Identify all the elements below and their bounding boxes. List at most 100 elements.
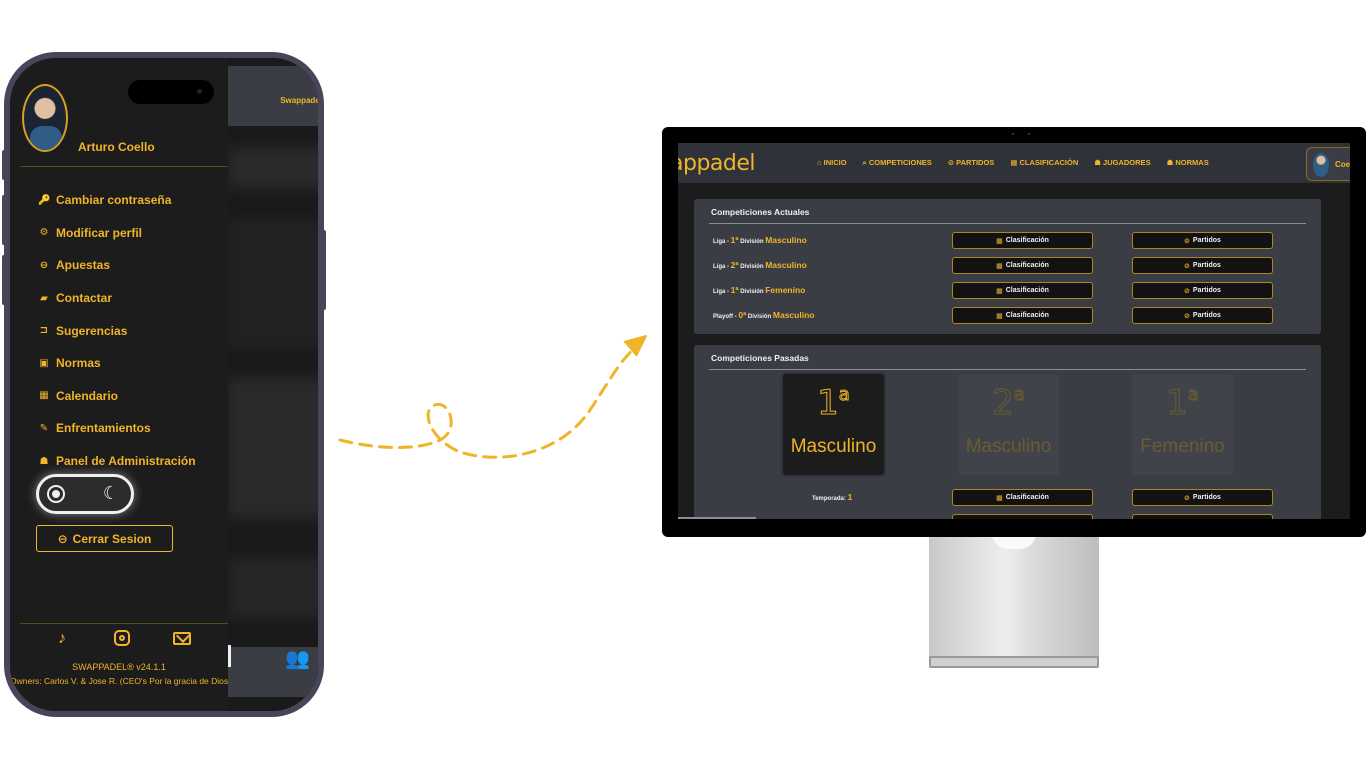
user-name-short: Coel — [1335, 160, 1350, 169]
divider — [709, 223, 1306, 224]
menu-item-calendar[interactable]: ▦ Calendario — [38, 380, 196, 413]
divider — [20, 623, 228, 624]
menu-item-admin-panel[interactable]: ☗ Panel de Administración — [38, 445, 196, 478]
suggestion-icon: ⊐ — [39, 325, 49, 337]
nav-clasificacion[interactable]: ▦ CLASIFICACIÓN — [1010, 158, 1078, 168]
nav-competiciones[interactable]: ⌕ COMPETICIONES — [863, 158, 932, 168]
avatar[interactable] — [22, 84, 68, 152]
division-number: 2a — [992, 383, 1026, 423]
theme-toggle[interactable]: ☾ — [36, 474, 134, 514]
season-row — [694, 514, 1321, 519]
competition-row: Liga - 1ª División Femenino ▦ Clasificaci… — [694, 282, 1321, 300]
background-logo: Swappadel — [280, 96, 318, 105]
table-icon: ▦ — [996, 312, 1003, 320]
classification-button[interactable]: ▦ Clasificación — [952, 307, 1093, 324]
table-icon: ▦ — [996, 287, 1003, 295]
blurred-content — [228, 148, 318, 188]
nav-jugadores[interactable]: ☗ JUGADORES — [1094, 158, 1150, 168]
monitor-camera — [1028, 133, 1030, 135]
background-app: Swappadel 👥 — [228, 58, 318, 711]
phone-frame: Swappadel 👥 Arturo Coello 🔑 Cambiar contr… — [4, 52, 324, 717]
menu-item-contact[interactable]: ▰ Contactar — [38, 282, 196, 315]
background-header: Swappadel — [228, 66, 318, 126]
table-icon: ▦ — [996, 494, 1003, 502]
blurred-content — [228, 378, 318, 518]
matches-button[interactable]: ⊘ Partidos — [1132, 282, 1273, 299]
logout-button[interactable]: ⊖ Cerrar Sesion — [36, 525, 173, 552]
past-competition-card[interactable]: 1a Femenino — [1132, 374, 1233, 475]
ball-icon: ⊘ — [1184, 494, 1190, 502]
horizontal-scrollbar[interactable] — [678, 517, 756, 519]
ball-icon: ⊘ — [1184, 237, 1190, 245]
menu-item-rules[interactable]: ▣ Normas — [38, 347, 196, 380]
top-navbar: appadel ⌂ INICIO ⌕ COMPETICIONES ⊘ PARTI… — [678, 143, 1350, 183]
past-competition-card[interactable]: 2a Masculino — [958, 374, 1059, 475]
nav-inicio[interactable]: ⌂ INICIO — [817, 158, 847, 168]
matches-button[interactable]: ⊘ Partidos — [1132, 489, 1273, 506]
logo[interactable]: appadel — [678, 151, 756, 176]
admin-icon: ☗ — [39, 455, 49, 467]
logout-label: Cerrar Sesion — [72, 531, 152, 546]
side-drawer: Arturo Coello 🔑 Cambiar contraseña ⚙ Modif… — [10, 58, 228, 711]
menu-item-suggestions[interactable]: ⊐ Sugerencias — [38, 314, 196, 347]
background-bottom-nav: 👥 — [228, 645, 318, 697]
nav-partidos[interactable]: ⊘ PARTIDOS — [948, 158, 995, 168]
menu-item-edit-profile[interactable]: ⚙ Modificar perfil — [38, 217, 196, 250]
key-icon: 🔑 — [38, 194, 51, 206]
matches-button[interactable]: ⊘ Partidos — [1132, 257, 1273, 274]
menu-item-bets[interactable]: ⊖ Apuestas — [38, 249, 196, 282]
menu-item-matchups[interactable]: ✎ Enfrentamientos — [38, 412, 196, 445]
book-icon: ▣ — [39, 357, 49, 369]
gear-icon: ⚙ — [39, 227, 49, 239]
divider — [20, 166, 228, 167]
versus-icon: ✎ — [39, 422, 49, 434]
classification-button[interactable] — [952, 514, 1093, 519]
matches-button[interactable] — [1132, 514, 1273, 519]
competition-label: Liga - 2ª División Masculino — [713, 260, 807, 270]
owners-credit: Owners: Carlos V. & Jose R. (CEO's Por l… — [10, 676, 228, 686]
competition-label: Liga - 1ª División Femenino — [713, 285, 806, 295]
blurred-content — [228, 558, 318, 618]
app-version: SWAPPADEL® v24.1.1 — [72, 662, 166, 672]
division-number: 1a — [1166, 383, 1200, 423]
competition-row: Playoff - 0ª División Masculino ▦ Clasifi… — [694, 307, 1321, 325]
division-gender: Femenino — [1140, 436, 1225, 457]
calendar-icon: ▦ — [39, 390, 49, 402]
tiktok-icon[interactable]: ♪ — [52, 630, 72, 651]
chat-icon: ▰ — [40, 292, 48, 304]
phone-screen: Swappadel 👥 Arturo Coello 🔑 Cambiar contr… — [10, 58, 318, 711]
blurred-content — [228, 218, 318, 348]
competition-label: Liga - 1ª División Masculino — [713, 235, 807, 245]
matches-button[interactable]: ⊘ Partidos — [1132, 307, 1273, 324]
logout-icon: ⊖ — [57, 531, 68, 546]
monitor-stand — [929, 537, 1099, 657]
table-icon: ▦ — [996, 262, 1003, 270]
moon-icon: ☾ — [102, 483, 119, 503]
past-competitions-panel: Competiciones Pasadas 1a Masculino 2a Ma… — [694, 345, 1321, 519]
user-menu-button[interactable]: Coel — [1306, 147, 1350, 181]
past-competition-card[interactable]: 1a Masculino — [783, 374, 884, 475]
panel-title: Competiciones Actuales — [711, 207, 810, 217]
nav-normas[interactable]: ☗ NORMAS — [1167, 158, 1209, 168]
ball-icon: ⊘ — [1184, 312, 1190, 320]
mail-icon[interactable] — [172, 630, 192, 651]
classification-button[interactable]: ▦ Clasificación — [952, 489, 1093, 506]
monitor-camera — [1012, 133, 1014, 135]
division-gender: Masculino — [965, 436, 1052, 457]
instagram-icon[interactable] — [112, 630, 132, 651]
user-name: Arturo Coello — [78, 140, 155, 154]
dynamic-island — [128, 80, 214, 104]
division-gender: Masculino — [790, 436, 877, 457]
ball-icon: ⊘ — [1184, 287, 1190, 295]
classification-button[interactable]: ▦ Clasificación — [952, 232, 1093, 249]
menu-item-change-password[interactable]: 🔑 Cambiar contraseña — [38, 184, 196, 217]
classification-button[interactable]: ▦ Clasificación — [952, 257, 1093, 274]
matches-button[interactable]: ⊘ Partidos — [1132, 232, 1273, 249]
drawer-menu: 🔑 Cambiar contraseña ⚙ Modificar perfil ⊖ A… — [38, 184, 196, 477]
panel-title: Competiciones Pasadas — [711, 353, 809, 363]
season-label: Temporada: 1 — [812, 492, 853, 502]
classification-button[interactable]: ▦ Clasificación — [952, 282, 1093, 299]
background-nav-indicator — [228, 645, 231, 667]
ball-icon: ⊘ — [1184, 262, 1190, 270]
monitor-foot — [929, 656, 1099, 668]
